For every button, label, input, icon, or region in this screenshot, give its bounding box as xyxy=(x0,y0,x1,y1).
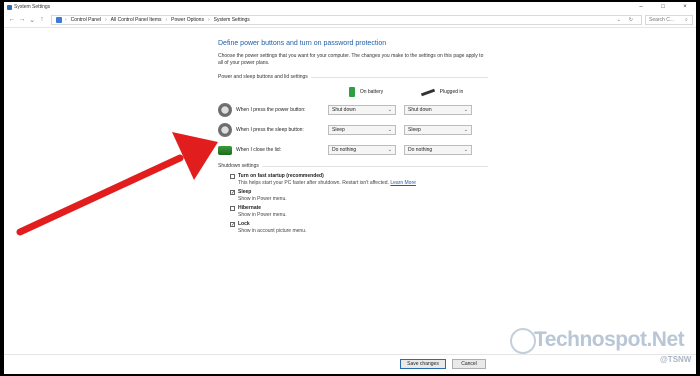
chevron-down-icon: ⌄ xyxy=(387,127,392,133)
sleep-button-icon xyxy=(218,123,232,137)
lock-checkbox[interactable]: ✓ Lock xyxy=(218,221,488,227)
chevron-down-icon: ⌄ xyxy=(463,107,468,113)
section-divider xyxy=(261,165,488,167)
address-row: ← → ⌄ ↑ › Control Panel › All Control Pa… xyxy=(4,12,696,28)
hibernate-description: Show in Power menu. xyxy=(238,212,287,218)
chevron-down-icon: ⌄ xyxy=(387,147,392,153)
fast-startup-label: Turn on fast startup (recommended) xyxy=(238,173,324,179)
checkbox-checked[interactable]: ✓ xyxy=(230,221,235,227)
back-arrow-icon[interactable]: ← xyxy=(7,16,17,23)
battery-icon xyxy=(348,87,355,97)
search-input[interactable] xyxy=(649,16,685,23)
sleep-button-label: When I press the sleep button: xyxy=(236,127,304,133)
power-section-title: Power and sleep buttons and lid settings xyxy=(218,74,308,80)
up-arrow-icon[interactable]: ↑ xyxy=(37,16,47,23)
chevron-down-icon: ⌄ xyxy=(463,127,468,133)
main-content: Define power buttons and turn on passwor… xyxy=(218,40,488,234)
power-button-plugged-select[interactable]: Shut down ⌄ xyxy=(404,105,472,115)
shutdown-section-header: Shutdown settings xyxy=(218,163,488,169)
select-value: Do nothing xyxy=(332,147,357,153)
breadcrumb-separator: › xyxy=(165,16,168,23)
fast-startup-desc-text: This helps start your PC faster after sh… xyxy=(238,180,389,186)
watermark-logo-icon xyxy=(510,328,536,354)
watermark-brand: Technospot.Net xyxy=(534,328,685,351)
learn-more-link[interactable]: Learn More xyxy=(390,180,416,186)
checkbox-unchecked[interactable] xyxy=(230,205,235,211)
breadcrumb-control-panel[interactable]: Control Panel xyxy=(71,17,101,23)
power-button-row: When I press the power button: Shut down… xyxy=(218,100,488,120)
system-settings-window: System Settings – □ × ← → ⌄ ↑ › Control … xyxy=(4,2,696,374)
window-app-icon xyxy=(7,4,12,10)
sleep-label: Sleep xyxy=(238,189,252,195)
select-value: Do nothing xyxy=(408,147,433,153)
page-title: Define power buttons and turn on passwor… xyxy=(218,40,387,47)
breadcrumb-separator: › xyxy=(104,16,107,23)
power-button-battery-select[interactable]: Shut down ⌄ xyxy=(328,105,396,115)
section-divider xyxy=(310,76,488,78)
plugged-column-label: Plugged in xyxy=(439,89,464,95)
power-plug-icon xyxy=(420,88,435,96)
shutdown-section-title: Shutdown settings xyxy=(218,163,259,169)
breadcrumb-separator: › xyxy=(65,16,67,23)
select-value: Shut down xyxy=(332,107,356,113)
maximize-button[interactable]: □ xyxy=(652,4,674,10)
control-panel-icon xyxy=(56,16,62,23)
close-button[interactable]: × xyxy=(674,4,696,10)
window-title: System Settings xyxy=(14,4,51,10)
hibernate-checkbox[interactable]: Hibernate xyxy=(218,205,488,211)
select-value: Sleep xyxy=(408,127,421,133)
sleep-description: Show in Power menu. xyxy=(238,196,287,202)
battery-column: On battery xyxy=(328,87,404,97)
search-box[interactable]: ⌕ xyxy=(645,14,693,25)
select-value: Sleep xyxy=(332,127,345,133)
power-button-label: When I press the power button: xyxy=(236,107,306,113)
cancel-button[interactable]: Cancel xyxy=(452,359,486,369)
address-bar[interactable]: › Control Panel › All Control Panel Item… xyxy=(51,14,642,25)
breadcrumb-power-options[interactable]: Power Options xyxy=(171,17,204,23)
refresh-icon[interactable]: ↻ xyxy=(629,17,633,23)
address-dropdown-icon[interactable]: ⌄ xyxy=(617,17,621,23)
breadcrumb-separator: › xyxy=(207,16,210,23)
close-lid-plugged-select[interactable]: Do nothing ⌄ xyxy=(404,145,472,155)
lock-label: Lock xyxy=(238,221,250,227)
close-lid-label: When I close the lid: xyxy=(236,147,282,153)
title-bar: System Settings – □ × xyxy=(4,2,696,12)
minimize-button[interactable]: – xyxy=(630,4,652,10)
laptop-lid-icon xyxy=(218,145,232,155)
column-headers: On battery Plugged in xyxy=(218,84,488,100)
checkbox-unchecked[interactable] xyxy=(230,173,235,179)
chevron-down-icon: ⌄ xyxy=(463,147,468,153)
page-description: Choose the power settings that you want … xyxy=(218,53,484,66)
lock-description: Show in account picture menu. xyxy=(238,228,307,234)
chevron-down-icon: ⌄ xyxy=(387,107,392,113)
fast-startup-description: This helps start your PC faster after sh… xyxy=(218,180,488,186)
forward-arrow-icon[interactable]: → xyxy=(17,16,27,23)
sleep-button-row: When I press the sleep button: Sleep ⌄ Sl… xyxy=(218,120,488,140)
sleep-button-battery-select[interactable]: Sleep ⌄ xyxy=(328,125,396,135)
power-section-header: Power and sleep buttons and lid settings xyxy=(218,74,488,80)
save-changes-button[interactable]: Save changes xyxy=(400,359,446,369)
close-lid-row: When I close the lid: Do nothing ⌄ Do not… xyxy=(218,140,488,160)
checkbox-checked[interactable]: ✓ xyxy=(230,189,235,195)
breadcrumb-all-items[interactable]: All Control Panel Items xyxy=(111,17,162,23)
sleep-button-plugged-select[interactable]: Sleep ⌄ xyxy=(404,125,472,135)
watermark-tag: @TSNW xyxy=(660,355,692,364)
battery-column-label: On battery xyxy=(359,89,384,95)
search-icon: ⌕ xyxy=(685,16,688,23)
close-lid-battery-select[interactable]: Do nothing ⌄ xyxy=(328,145,396,155)
hibernate-label: Hibernate xyxy=(238,205,262,211)
select-value: Shut down xyxy=(408,107,432,113)
watermark: Technospot.Net @TSNW xyxy=(510,318,696,368)
breadcrumb-system-settings[interactable]: System Settings xyxy=(214,17,250,23)
sleep-checkbox[interactable]: ✓ Sleep xyxy=(218,189,488,195)
power-button-icon xyxy=(218,103,232,117)
fast-startup-checkbox[interactable]: Turn on fast startup (recommended) xyxy=(218,173,488,179)
plugged-column: Plugged in xyxy=(404,88,480,96)
recent-chevron-down-icon[interactable]: ⌄ xyxy=(27,16,37,24)
